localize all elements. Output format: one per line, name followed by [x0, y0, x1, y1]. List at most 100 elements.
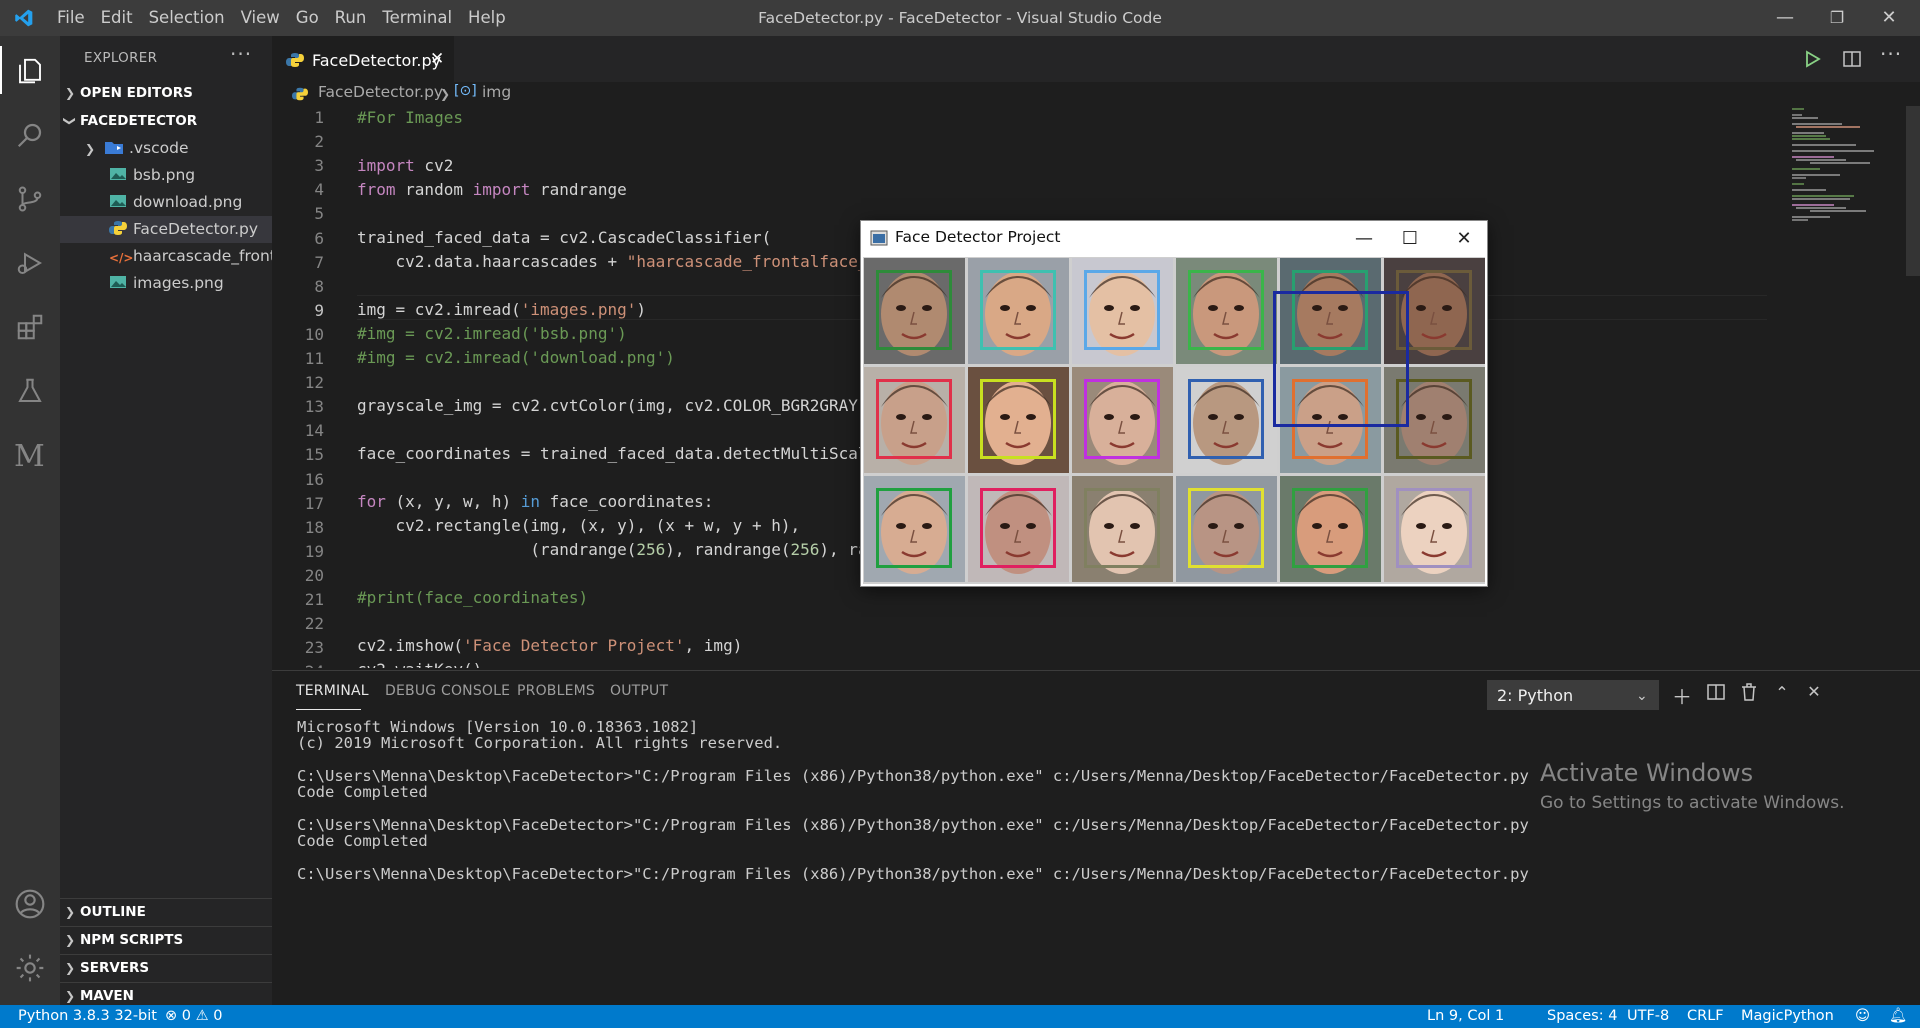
code-line: img = cv2.imread('images.png') [357, 300, 646, 319]
run-file-icon[interactable] [1802, 49, 1822, 69]
code-line: cv2.rectangle(img, (x, y), (x + w, y + h… [357, 516, 801, 535]
code-line: from random import randrange [357, 180, 627, 199]
line-number: 19 [304, 541, 324, 561]
code-line: #img = cv2.imread('bsb.png') [357, 324, 627, 343]
testing-flask-icon[interactable] [0, 361, 60, 421]
line-number: 6 [314, 228, 324, 248]
line-number: 21 [304, 590, 324, 609]
search-icon[interactable] [0, 105, 60, 165]
detection-box [980, 379, 1056, 459]
file-download-png[interactable]: download.png [60, 189, 272, 216]
settings-gear-icon[interactable] [0, 938, 60, 998]
file-bsb-png[interactable]: bsb.png [60, 162, 272, 189]
file-facedetector-py[interactable]: FaceDetector.py [60, 216, 272, 243]
split-terminal-icon[interactable] [1706, 683, 1726, 701]
face-thumbnail [1176, 367, 1277, 473]
folder-vscode[interactable]: ❯ .vscode [60, 135, 272, 162]
minimize-button[interactable]: — [1760, 0, 1810, 36]
detection-box [980, 488, 1056, 568]
tab-facedetector-py[interactable]: FaceDetector.py ✕ [272, 36, 454, 83]
face-thumbnail [1384, 476, 1485, 582]
more-actions-icon[interactable]: ··· [230, 42, 252, 66]
npm-scripts-section[interactable]: ❯ NPM SCRIPTS [60, 927, 272, 953]
language-mode[interactable]: MagicPython [1741, 1005, 1834, 1028]
terminal-line: C:\Users\Menna\Desktop\FaceDetector>"C:/… [297, 766, 1529, 785]
detection-box [1396, 488, 1472, 568]
breadcrumb-symbol[interactable]: img [482, 83, 511, 101]
tab-output[interactable]: OUTPUT [610, 683, 668, 699]
breadcrumb-separator-icon: ❯ [440, 87, 451, 101]
servers-section[interactable]: ❯ SERVERS [60, 955, 272, 981]
line-number: 20 [304, 565, 324, 585]
line-number: 22 [304, 614, 324, 634]
tab-label: FaceDetector.py [312, 51, 442, 70]
detection-box [1084, 270, 1160, 350]
breadcrumb-file[interactable]: FaceDetector.py [318, 83, 443, 101]
cursor-position[interactable]: Ln 9, Col 1 [1427, 1005, 1504, 1028]
editor-more-icon[interactable]: ··· [1880, 42, 1902, 66]
line-number: 7 [314, 252, 324, 272]
new-terminal-icon[interactable]: ＋ [1670, 681, 1694, 710]
title-bar: File Edit Selection View Go Run Terminal… [0, 0, 1920, 36]
popup-maximize-button[interactable]: ☐ [1387, 221, 1433, 257]
file-images-png[interactable]: images.png [60, 270, 272, 297]
source-control-icon[interactable] [0, 169, 60, 229]
code-line: grayscale_img = cv2.cvtColor(img, cv2.CO… [357, 396, 868, 415]
face-thumbnail [968, 476, 1069, 582]
markdown-m-icon[interactable]: M [0, 425, 60, 485]
terminal-line: Code Completed [297, 832, 428, 851]
line-number: 16 [304, 469, 324, 489]
line-ending[interactable]: CRLF [1687, 1005, 1724, 1028]
tab-debug-console[interactable]: DEBUG CONSOLE [385, 683, 510, 699]
face-detector-window[interactable]: Face Detector Project — ☐ ✕ [861, 221, 1487, 586]
feedback-icon[interactable]: ☺ [1855, 1005, 1870, 1028]
maximize-panel-icon[interactable]: ⌃ [1770, 683, 1794, 702]
line-number: 2 [314, 132, 324, 152]
indentation[interactable]: Spaces: 4 [1547, 1005, 1617, 1028]
face-thumbnail [864, 258, 965, 364]
code-line: #print(face_coordinates) [357, 588, 589, 607]
split-editor-icon[interactable] [1842, 49, 1862, 69]
detection-box [876, 270, 952, 350]
close-panel-icon[interactable]: ✕ [1802, 682, 1826, 701]
detection-box [1273, 291, 1409, 427]
popup-minimize-button[interactable]: — [1341, 221, 1387, 257]
popup-close-button[interactable]: ✕ [1441, 221, 1487, 257]
python-file-icon [292, 87, 308, 101]
detection-box [1188, 488, 1264, 568]
face-thumbnail [1280, 476, 1381, 582]
file-haarcascade-xml[interactable]: </>haarcascade_front... [60, 243, 272, 270]
terminal-select[interactable]: 2: Python ⌄ [1487, 680, 1659, 710]
terminal-line: Code Completed [297, 783, 428, 802]
run-debug-icon[interactable] [0, 233, 60, 293]
image-file-icon [109, 276, 126, 288]
accounts-icon[interactable] [0, 874, 60, 934]
problems-count[interactable]: ⊗ 0 ⚠ 0 [165, 1005, 222, 1028]
extensions-icon[interactable] [0, 297, 60, 357]
encoding[interactable]: UTF-8 [1627, 1005, 1669, 1028]
trash-icon[interactable] [1740, 682, 1758, 702]
line-number: 24 [272, 662, 324, 668]
detection-box [1084, 488, 1160, 568]
detection-box [1084, 379, 1160, 459]
terminal-line: (c) 2019 Microsoft Corporation. All righ… [297, 734, 783, 753]
python-interpreter[interactable]: Python 3.8.3 32-bit [18, 1005, 157, 1028]
notifications-bell-icon[interactable]: 🔔︎ [1889, 1005, 1907, 1028]
editor-scrollbar[interactable] [1906, 106, 1920, 276]
chevron-down-icon: ⌄ [1636, 688, 1648, 704]
image-file-icon [109, 195, 126, 207]
close-button[interactable]: ✕ [1864, 0, 1914, 36]
face-thumbnail [864, 367, 965, 473]
outline-section[interactable]: ❯ OUTLINE [60, 899, 272, 925]
xml-file-icon: </> [108, 251, 134, 265]
explorer-icon[interactable] [0, 41, 60, 101]
project-section[interactable]: ❯ FACEDETECTOR [60, 108, 272, 134]
line-number: 11 [304, 349, 324, 368]
tab-terminal[interactable]: TERMINAL [296, 683, 369, 699]
open-editors-section[interactable]: ❯ OPEN EDITORS [60, 80, 272, 106]
detected-faces-image [863, 257, 1485, 584]
restore-button[interactable]: ❐ [1812, 0, 1862, 36]
tab-close-icon[interactable]: ✕ [430, 49, 444, 69]
tab-problems[interactable]: PROBLEMS [517, 683, 595, 699]
active-tab-underline [296, 709, 361, 710]
